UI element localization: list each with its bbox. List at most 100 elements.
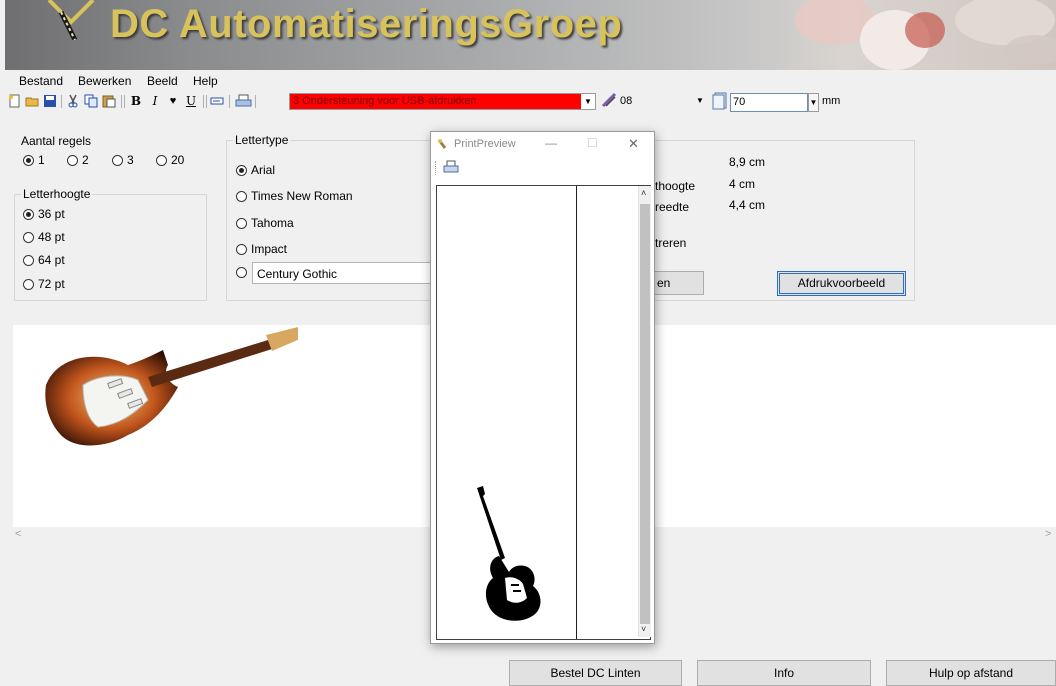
radio-icon (236, 267, 247, 278)
menu-bewerken[interactable]: Bewerken (78, 74, 131, 88)
radio-icon (112, 154, 123, 166)
cut-icon[interactable] (66, 94, 80, 108)
minimize-button[interactable]: — (545, 136, 557, 150)
text-icon[interactable] (210, 94, 224, 108)
printer-icon[interactable] (234, 94, 252, 108)
lines-option-3[interactable]: 3 (112, 153, 134, 167)
print-preview-toolbar (431, 156, 654, 180)
preview-button[interactable]: Afdrukvoorbeeld (777, 271, 906, 296)
tape-select-value: 08 (620, 95, 633, 107)
flower-image (795, 0, 1056, 70)
logo (47, 0, 95, 40)
menu-help[interactable]: Help (193, 74, 218, 88)
toolbar-separator (121, 95, 122, 108)
tape-icon (601, 92, 617, 108)
toolbar-separator (255, 95, 256, 108)
font-group-title: Lettertype (233, 133, 291, 147)
radio-icon (23, 154, 34, 166)
radio-icon (23, 278, 34, 290)
chevron-down-icon: ▼ (696, 96, 704, 105)
remote-help-button[interactable]: Hulp op afstand (886, 660, 1056, 686)
custom-font-input[interactable]: Century Gothic (252, 262, 437, 284)
bold-icon[interactable]: B (129, 94, 143, 108)
print-preview-window[interactable]: PrintPreview — ☐ ✕ ˄ ˅ (430, 131, 655, 644)
chevron-down-icon: ▼ (584, 97, 592, 106)
radio-icon (23, 231, 34, 243)
height-option-64[interactable]: 64 pt (23, 253, 65, 267)
lines-option-1[interactable]: 1 (23, 153, 45, 167)
toolbar-grip (435, 161, 436, 175)
paste-icon[interactable] (102, 94, 116, 108)
height-label: thoogte (655, 179, 696, 193)
save-icon[interactable] (43, 94, 57, 108)
font-option-times[interactable]: Times New Roman (236, 189, 353, 203)
height-value: 4 cm (729, 177, 756, 191)
italic-icon[interactable]: I (148, 94, 162, 108)
info-button[interactable]: Info (697, 660, 871, 686)
lines-option-2[interactable]: 2 (67, 153, 89, 167)
radio-icon (236, 190, 247, 202)
scroll-up-icon[interactable]: ˄ (641, 188, 646, 198)
scrollbar-thumb[interactable] (640, 204, 650, 624)
height-option-36[interactable]: 36 pt (23, 207, 65, 221)
order-tapes-button[interactable]: Bestel DC Linten (509, 660, 682, 686)
center-label[interactable]: treren (655, 236, 686, 250)
radio-icon (156, 154, 167, 166)
new-icon[interactable] (7, 94, 21, 108)
width-dropdown-button[interactable]: ▼ (808, 93, 819, 112)
width-value: 4,4 cm (729, 198, 766, 212)
height-group-title: Letterhoogte (21, 187, 93, 201)
radio-icon (23, 254, 34, 266)
radio-icon (236, 164, 247, 176)
print-preview-page: ˄ ˅ (436, 185, 651, 640)
font-option-custom[interactable] (236, 267, 251, 278)
app-icon (437, 139, 447, 149)
guitar-silhouette-image (477, 486, 541, 621)
banner-title: DC AutomatiseringsGroep (110, 2, 623, 46)
print-preview-titlebar[interactable]: PrintPreview — ☐ ✕ (431, 132, 654, 156)
scroll-right-icon[interactable]: > (1045, 528, 1051, 540)
menu-bestand[interactable]: Bestand (19, 74, 63, 88)
menu-bar: Bestand Bewerken Beeld Help (5, 72, 1056, 90)
toolbar-separator (229, 95, 230, 108)
print-preview-title: PrintPreview (454, 138, 516, 150)
toolbar-separator (206, 95, 207, 108)
copy-icon[interactable] (84, 94, 98, 108)
font-option-impact[interactable]: Impact (236, 242, 287, 256)
vertical-scrollbar[interactable]: ˄ ˅ (638, 186, 651, 637)
maximize-button[interactable]: ☐ (587, 136, 598, 150)
printer-select-value: 3 Ondersteuning voor USB-afdrukken (290, 94, 581, 109)
height-option-48[interactable]: 48 pt (23, 230, 65, 244)
width-input[interactable]: 70 (730, 93, 808, 112)
lines-option-20[interactable]: 20 (156, 153, 184, 167)
width-label: reedte (655, 200, 690, 214)
page-icon (712, 92, 727, 110)
heart-icon[interactable]: ♥ (166, 94, 180, 108)
header-banner: DC AutomatiseringsGroep (5, 0, 1056, 70)
radio-icon (236, 217, 247, 229)
custom-font-value: Century Gothic (257, 267, 338, 281)
close-button[interactable]: ✕ (628, 136, 639, 152)
printer-icon[interactable] (443, 160, 459, 175)
radio-icon (23, 208, 34, 220)
height-option-72[interactable]: 72 pt (23, 277, 65, 291)
page-divider (576, 186, 577, 639)
height-group: Letterhoogte 36 pt 48 pt 64 pt 72 pt (14, 187, 207, 301)
scroll-down-icon[interactable]: ˅ (641, 624, 646, 634)
guitar-image (45, 327, 298, 446)
scroll-left-icon[interactable]: < (15, 528, 21, 540)
lines-group: Aantal regels 1 2 3 20 (14, 134, 194, 180)
toolbar-separator (203, 95, 204, 108)
lines-group-title: Aantal regels (21, 134, 92, 148)
printer-select[interactable]: 3 Ondersteuning voor USB-afdrukken ▼ (289, 93, 596, 110)
underline-icon[interactable]: U (184, 94, 198, 108)
font-option-arial[interactable]: Arial (236, 163, 275, 177)
open-icon[interactable] (25, 94, 39, 108)
length-value: 8,9 cm (729, 155, 766, 169)
toolbar-separator (61, 95, 62, 108)
tape-select[interactable]: 08 ▼ (601, 92, 708, 110)
menu-beeld[interactable]: Beeld (147, 74, 178, 88)
radio-icon (67, 154, 78, 166)
font-option-tahoma[interactable]: Tahoma (236, 216, 294, 230)
width-input-value: 70 (733, 96, 746, 108)
